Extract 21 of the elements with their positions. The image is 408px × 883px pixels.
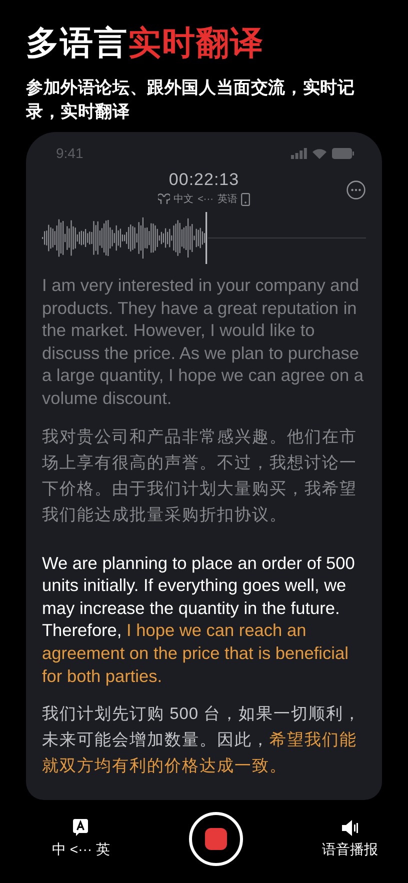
subtitle: 参加外语论坛、跟外国人当面交流，实时记录，实时翻译 <box>26 77 356 123</box>
more-icon[interactable] <box>346 180 366 200</box>
status-time: 9:41 <box>56 145 84 161</box>
signal-icon <box>291 148 307 158</box>
wifi-icon <box>312 148 327 158</box>
speaker-icon <box>342 820 358 836</box>
language-switch-button[interactable]: 中 <··· 英 <box>52 819 110 859</box>
headline: 多语言实时翻译 <box>26 23 264 63</box>
voice-broadcast-button[interactable]: 语音播报 <box>322 820 378 858</box>
chinese-translation: 我们计划先订购 500 台，如果一切顺利，未来可能会增加数量。因此，希望我们能就双方均有利的价格达成一致。 <box>42 704 362 778</box>
battery-icon <box>332 148 354 158</box>
target-language: 英语 <box>217 192 238 206</box>
chinese-translation: 我对贵公司和产品非常感兴趣。他们在市场上享有很高的声誉。不过，我想讨论一下价格。由于我们计划大量购买，我希望我们能达成批量采购折扣协议。 <box>42 426 358 526</box>
translate-icon <box>73 819 88 836</box>
direction-arrow: <··· <box>198 194 214 204</box>
source-language: 中文 <box>174 192 194 206</box>
earbuds-icon <box>158 193 170 205</box>
english-transcript: I am very interested in your company and products. They have a great reputation in the market. However, I would like to discuss the price. As we plan to purchase a large quantity, I hope we can agree on a volume discount. <box>42 274 365 410</box>
english-transcript: We are planning to place an order of 500 units initially. If everything goes well, we may increase the quantity in the future. Therefore, I hope we can reach an agreement on the price that is beneficial for both parties. <box>42 552 356 688</box>
recording-timer: 00:22:13 <box>168 170 240 190</box>
phone-icon <box>241 192 250 206</box>
